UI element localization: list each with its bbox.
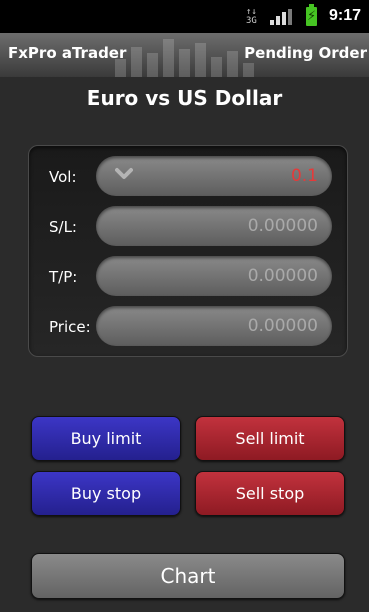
network-type-icon: ↑↓ 3G	[246, 7, 257, 26]
status-time: 9:17	[328, 7, 361, 24]
sl-label: S/L:	[49, 218, 77, 236]
price-field[interactable]	[96, 306, 332, 346]
tp-row: T/P:	[29, 256, 347, 298]
buy-limit-button[interactable]: Buy limit	[31, 416, 181, 461]
battery-charging-icon: ⚡	[306, 4, 317, 26]
page-title: Euro vs US Dollar	[86, 86, 283, 110]
signal-bars-icon	[270, 9, 292, 25]
price-label: Price:	[49, 318, 91, 336]
sl-row: S/L:	[29, 206, 347, 248]
chart-button[interactable]: Chart	[31, 553, 345, 599]
buy-stop-button[interactable]: Buy stop	[31, 471, 181, 516]
screen-title: Pending Order	[244, 44, 367, 62]
vol-row: Vol:	[29, 156, 347, 198]
status-bar: ↑↓ 3G ⚡ 9:17	[0, 0, 369, 33]
price-row: Price:	[29, 306, 347, 348]
sell-stop-button[interactable]: Sell stop	[195, 471, 345, 516]
tp-field[interactable]	[96, 256, 332, 296]
chart-background-graphic	[115, 33, 255, 77]
order-form-panel: Vol: S/L: T/P: Price:	[28, 145, 348, 357]
app-title-bar: FxPro aTrader Pending Order	[0, 33, 369, 77]
app-name: FxPro aTrader	[8, 44, 127, 62]
sell-limit-button[interactable]: Sell limit	[195, 416, 345, 461]
sl-field[interactable]	[96, 206, 332, 246]
chevron-down-icon[interactable]	[115, 165, 133, 183]
tp-label: T/P:	[49, 268, 78, 286]
vol-label: Vol:	[49, 168, 77, 186]
